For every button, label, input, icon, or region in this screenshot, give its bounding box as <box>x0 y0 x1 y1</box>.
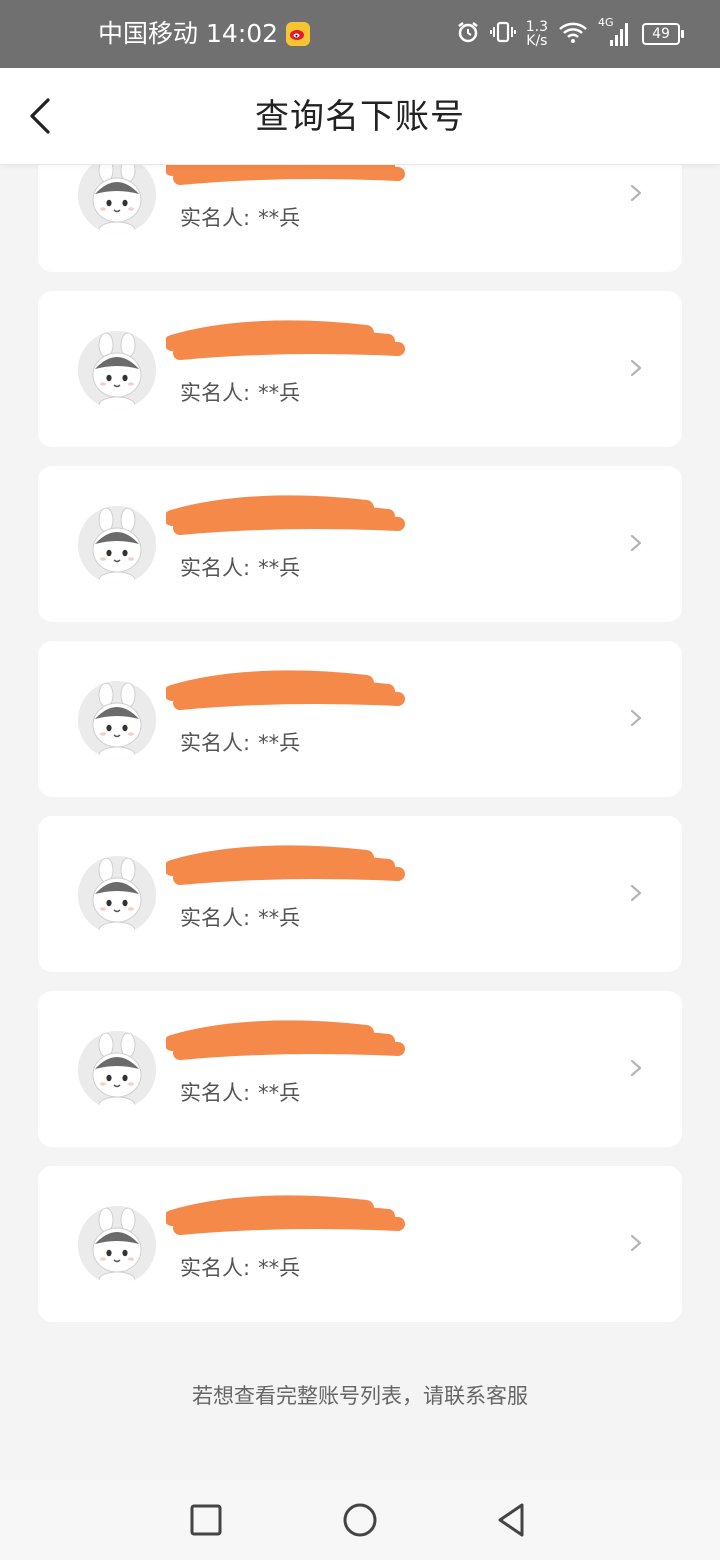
real-name-value: **兵 <box>258 206 301 230</box>
wifi-icon <box>558 20 588 49</box>
nav-back-icon <box>498 1503 524 1537</box>
real-name-label: 实名人: <box>180 906 251 930</box>
speed-unit: K/s <box>526 33 548 49</box>
account-card-3[interactable]: 130 实名人: **兵 <box>38 466 682 622</box>
account-card-2[interactable]: 1 实名人: **兵 <box>38 291 682 447</box>
real-name-value: **兵 <box>258 1081 301 1105</box>
chevron-right-icon <box>630 534 642 552</box>
real-name-row: 实名人: **兵 <box>180 1252 300 1282</box>
avatar-icon <box>78 1206 156 1284</box>
real-name-value: **兵 <box>258 906 301 930</box>
chevron-right-icon <box>630 1234 642 1252</box>
chevron-right-icon <box>630 359 642 377</box>
alarm-icon <box>456 20 480 49</box>
clock: 14:02 <box>206 19 279 48</box>
account-card-5[interactable]: 172 实名人: **兵 <box>38 816 682 972</box>
chevron-right-icon <box>630 1059 642 1077</box>
real-name-label: 实名人: <box>180 206 251 230</box>
real-name-row: 实名人: **兵 <box>180 1077 300 1107</box>
contact-support-note: 若想查看完整账号列表，请联系客服 <box>192 1384 528 1408</box>
battery-icon: 49 <box>642 23 684 45</box>
chevron-right-icon <box>630 709 642 727</box>
status-right: 1.3 K/s 4G 49 <box>456 14 684 54</box>
system-navigation-bar <box>0 1480 720 1560</box>
status-bar: 中国移动 14:02 1.3 K/s 4G 49 <box>0 0 720 68</box>
real-name-row: 实名人: **兵 <box>180 727 300 757</box>
real-name-label: 实名人: <box>180 1256 251 1280</box>
avatar-icon <box>78 856 156 934</box>
real-name-value: **兵 <box>258 731 301 755</box>
redaction-scribble <box>166 670 405 710</box>
redaction-scribble <box>166 1020 405 1060</box>
redaction-scribble <box>166 320 405 360</box>
nav-back-button[interactable] <box>492 1500 532 1540</box>
cellular-signal-icon: 4G <box>598 16 632 48</box>
avatar-icon <box>78 506 156 584</box>
redaction-scribble <box>166 1195 405 1235</box>
real-name-label: 实名人: <box>180 1081 251 1105</box>
avatar-icon <box>78 681 156 759</box>
avatar-icon <box>78 156 156 234</box>
real-name-value: **兵 <box>258 381 301 405</box>
network-speed: 1.3 K/s <box>526 20 548 48</box>
chevron-right-icon <box>630 884 642 902</box>
redaction-scribble <box>166 495 405 535</box>
avatar-icon <box>78 331 156 409</box>
real-name-row: 实名人: **兵 <box>180 902 300 932</box>
real-name-label: 实名人: <box>180 381 251 405</box>
real-name-label: 实名人: <box>180 731 251 755</box>
vibrate-icon <box>489 20 516 49</box>
speed-value: 1.3 <box>525 19 548 35</box>
real-name-value: **兵 <box>258 1256 301 1280</box>
account-card-7[interactable]: 1 实名人: **兵 <box>38 1166 682 1322</box>
real-name-label: 实名人: <box>180 556 251 580</box>
page-title: 查询名下账号 <box>255 97 465 137</box>
status-left: 中国移动 14:02 <box>98 14 311 54</box>
nav-recents-icon <box>190 1504 222 1536</box>
nav-recents-button[interactable] <box>186 1500 226 1540</box>
page-header: 查询名下账号 <box>0 68 720 165</box>
nav-home-button[interactable] <box>340 1500 380 1540</box>
real-name-row: 实名人: **兵 <box>180 377 300 407</box>
weibo-icon <box>286 22 311 46</box>
redaction-scribble <box>166 845 405 885</box>
battery-level: 49 <box>652 26 670 42</box>
carrier-name: 中国移动 <box>98 19 199 48</box>
real-name-row: 实名人: **兵 <box>180 202 300 232</box>
account-card-6[interactable]: 180 实名人: **兵 <box>38 991 682 1147</box>
avatar-icon <box>78 1031 156 1109</box>
account-card-4[interactable]: 15 实名人: **兵 <box>38 641 682 797</box>
real-name-value: **兵 <box>258 556 301 580</box>
chevron-right-icon <box>630 184 642 202</box>
real-name-row: 实名人: **兵 <box>180 552 300 582</box>
nav-home-icon <box>343 1503 377 1537</box>
